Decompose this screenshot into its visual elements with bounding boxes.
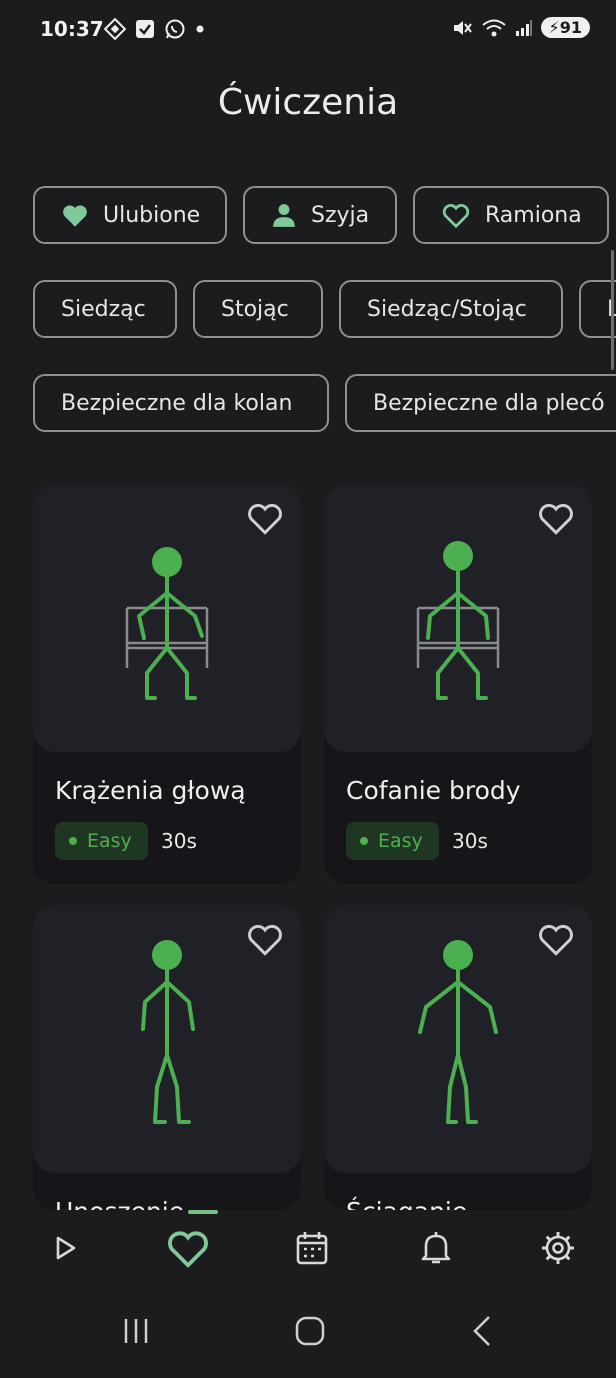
filter-chip-seated[interactable]: Siedząc <box>33 280 177 338</box>
difficulty-dot-icon <box>69 837 77 845</box>
difficulty-label: Easy <box>87 830 132 852</box>
chip-label: Bezpieczne dla kolan <box>61 390 293 416</box>
wifi-icon <box>481 19 506 36</box>
nav-play[interactable] <box>36 1226 96 1274</box>
position-filter-row: Siedząc Stojąc Siedząc/Stojąc L <box>33 280 616 338</box>
exercise-illustration-area <box>324 905 592 1173</box>
nav-notifications[interactable] <box>406 1226 466 1274</box>
heart-outline-icon <box>165 1227 211 1273</box>
battery-level: 91 <box>559 18 582 37</box>
favorite-toggle[interactable] <box>534 498 578 542</box>
heart-outline-icon <box>536 500 576 540</box>
favorite-toggle[interactable] <box>243 498 287 542</box>
filter-chip-arms[interactable]: Ramiona <box>413 186 609 244</box>
back-icon <box>469 1315 495 1351</box>
exercise-illustration-area <box>33 484 301 752</box>
exercise-card[interactable]: Ściąganie… <box>324 905 592 1210</box>
favorite-toggle[interactable] <box>243 919 287 963</box>
seated-figure-icon <box>408 538 508 712</box>
app-notification-icon <box>104 18 126 40</box>
seated-figure-icon <box>117 538 217 712</box>
chip-label: Szyja <box>311 202 370 228</box>
recent-apps-button[interactable] <box>114 1314 158 1352</box>
nav-favorites[interactable] <box>158 1226 218 1274</box>
status-system-icons: ⚡91 <box>451 17 590 38</box>
exercise-duration: 30s <box>161 829 197 853</box>
bottom-navigation <box>0 1210 616 1292</box>
status-time: 10:37 <box>40 17 104 41</box>
battery-indicator: ⚡91 <box>540 17 590 38</box>
heart-outline-icon <box>536 921 576 961</box>
home-button[interactable] <box>288 1314 332 1352</box>
dot-icon <box>196 25 204 33</box>
home-icon <box>294 1316 326 1350</box>
recent-apps-icon <box>120 1317 152 1349</box>
chip-label: Ramiona <box>485 202 582 228</box>
exercise-title: Ściąganie… <box>346 1197 492 1210</box>
nav-calendar[interactable] <box>282 1226 342 1274</box>
heart-outline-icon <box>245 500 285 540</box>
filter-chip-favorites[interactable]: Ulubione <box>33 186 227 244</box>
chip-label: Siedząc/Stojąc <box>367 296 527 322</box>
difficulty-badge: Easy <box>346 822 439 860</box>
exercise-card[interactable]: Unoszenie… <box>33 905 301 1210</box>
chip-label: Bezpieczne dla plecó <box>373 390 605 416</box>
play-icon <box>53 1234 79 1266</box>
heart-outline-icon <box>245 921 285 961</box>
safety-filter-row: Bezpieczne dla kolan Bezpieczne dla plec… <box>33 374 616 432</box>
back-button[interactable] <box>460 1314 504 1352</box>
heart-outline-icon <box>441 201 471 229</box>
exercise-card[interactable]: Cofanie brody Easy 30s <box>324 484 592 884</box>
exercise-title: Unoszenie… <box>55 1197 209 1210</box>
standing-figure-icon <box>408 937 508 1141</box>
system-navigation-bar <box>0 1292 616 1378</box>
bell-icon <box>420 1230 452 1270</box>
chip-label: Stojąc <box>221 296 289 322</box>
status-bar: 10:37 ⚡91 <box>0 0 616 60</box>
mute-icon <box>453 20 472 35</box>
scroll-indicator[interactable] <box>611 250 614 370</box>
exercise-title: Cofanie brody <box>346 776 521 805</box>
page-title: Ćwiczenia <box>217 82 399 123</box>
gear-icon <box>540 1230 576 1270</box>
favorite-toggle[interactable] <box>534 919 578 963</box>
person-icon <box>271 202 297 228</box>
chip-label: Ulubione <box>103 202 201 228</box>
exercise-card[interactable]: Krążenia głową Easy 30s <box>33 484 301 884</box>
filter-chip-standing[interactable]: Stojąc <box>193 280 323 338</box>
signal-icon <box>515 19 532 36</box>
active-tab-indicator <box>188 1210 218 1214</box>
filter-chip-back-safe[interactable]: Bezpieczne dla plecó <box>345 374 616 432</box>
calendar-icon <box>295 1230 329 1270</box>
standing-figure-icon <box>117 937 217 1141</box>
filter-chip-neck[interactable]: Szyja <box>243 186 397 244</box>
status-notification-icons <box>104 18 205 40</box>
category-filter-row: Ulubione Szyja Ramiona <box>33 186 616 244</box>
difficulty-label: Easy <box>378 830 423 852</box>
chip-label: Siedząc <box>61 296 146 322</box>
difficulty-dot-icon <box>360 837 368 845</box>
exercise-illustration-area <box>324 484 592 752</box>
exercise-title: Krążenia głową <box>55 776 246 805</box>
nav-settings[interactable] <box>528 1226 588 1274</box>
exercise-duration: 30s <box>452 829 488 853</box>
filter-chip-knee-safe[interactable]: Bezpieczne dla kolan <box>33 374 329 432</box>
whatsapp-icon <box>165 19 185 39</box>
exercise-illustration-area <box>33 905 301 1173</box>
difficulty-badge: Easy <box>55 822 148 860</box>
filter-chip-seated-standing[interactable]: Siedząc/Stojąc <box>339 280 563 338</box>
checkbox-notification-icon <box>136 20 154 38</box>
heart-filled-icon <box>61 202 89 228</box>
